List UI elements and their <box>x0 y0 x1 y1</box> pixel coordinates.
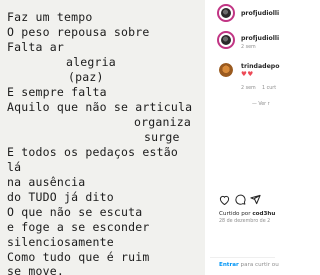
poem-line: organiza <box>134 115 191 129</box>
poem-line: se move. <box>7 264 64 275</box>
poem-line: Aquilo que não se articula <box>7 100 193 114</box>
avatar[interactable] <box>219 63 233 77</box>
poem-line: na ausência <box>7 175 86 189</box>
poem-line: Como tudo que é ruim <box>7 250 150 264</box>
liked-user[interactable]: cod3hu <box>252 211 275 217</box>
avatar[interactable] <box>217 4 235 22</box>
poem-line: O peso repousa sobre <box>7 25 150 39</box>
poem-line: O que não se escuta <box>7 205 143 219</box>
comment-time: 2 sem <box>241 86 256 91</box>
comment-username[interactable]: profjudiolli <box>241 35 279 42</box>
liked-prefix: Curtido por <box>219 211 253 217</box>
heart-icon[interactable] <box>219 190 230 209</box>
poem-line: lá <box>7 160 22 174</box>
comment-time: 2 sem <box>241 45 256 50</box>
poem-line: E todos os pedaços estão <box>7 145 178 159</box>
comment-text: ♥♥ <box>241 70 254 78</box>
poem-line: do TUDO já dito <box>7 190 114 204</box>
post-actions <box>219 190 271 206</box>
login-prompt: Entrar para curtir ou <box>219 262 279 268</box>
comment-icon[interactable] <box>235 190 246 209</box>
login-link[interactable]: Entrar <box>219 262 239 268</box>
poem-line: surge <box>144 130 180 144</box>
post-date: 28 de dezembro de 2 <box>219 219 271 224</box>
poem-line: Falta ar <box>7 40 64 54</box>
post-image: Faz um tempo O peso repousa sobre Falta … <box>0 0 205 275</box>
divider <box>210 257 275 258</box>
poem-line: alegria <box>66 55 116 69</box>
view-replies-link[interactable]: — Ver r <box>252 102 270 107</box>
avatar[interactable] <box>217 31 235 49</box>
comment-likes[interactable]: 1 curt <box>262 86 276 91</box>
share-icon[interactable] <box>250 190 261 209</box>
poem-line: (paz) <box>68 70 104 84</box>
poem-line: silenciosamente <box>7 235 114 249</box>
poem-line: E sempre falta <box>7 85 107 99</box>
comment-username[interactable]: trindadepo <box>241 63 279 70</box>
comment-username[interactable]: profjudiolli <box>241 10 279 17</box>
liked-by: Curtido por cod3hu <box>219 211 275 217</box>
login-prompt-text: para curtir ou <box>238 262 279 268</box>
poem-text: Faz um tempo O peso repousa sobre Falta … <box>0 0 205 275</box>
poem-line: e foge a se esconder <box>7 220 150 234</box>
poem-line: Faz um tempo <box>7 10 93 24</box>
